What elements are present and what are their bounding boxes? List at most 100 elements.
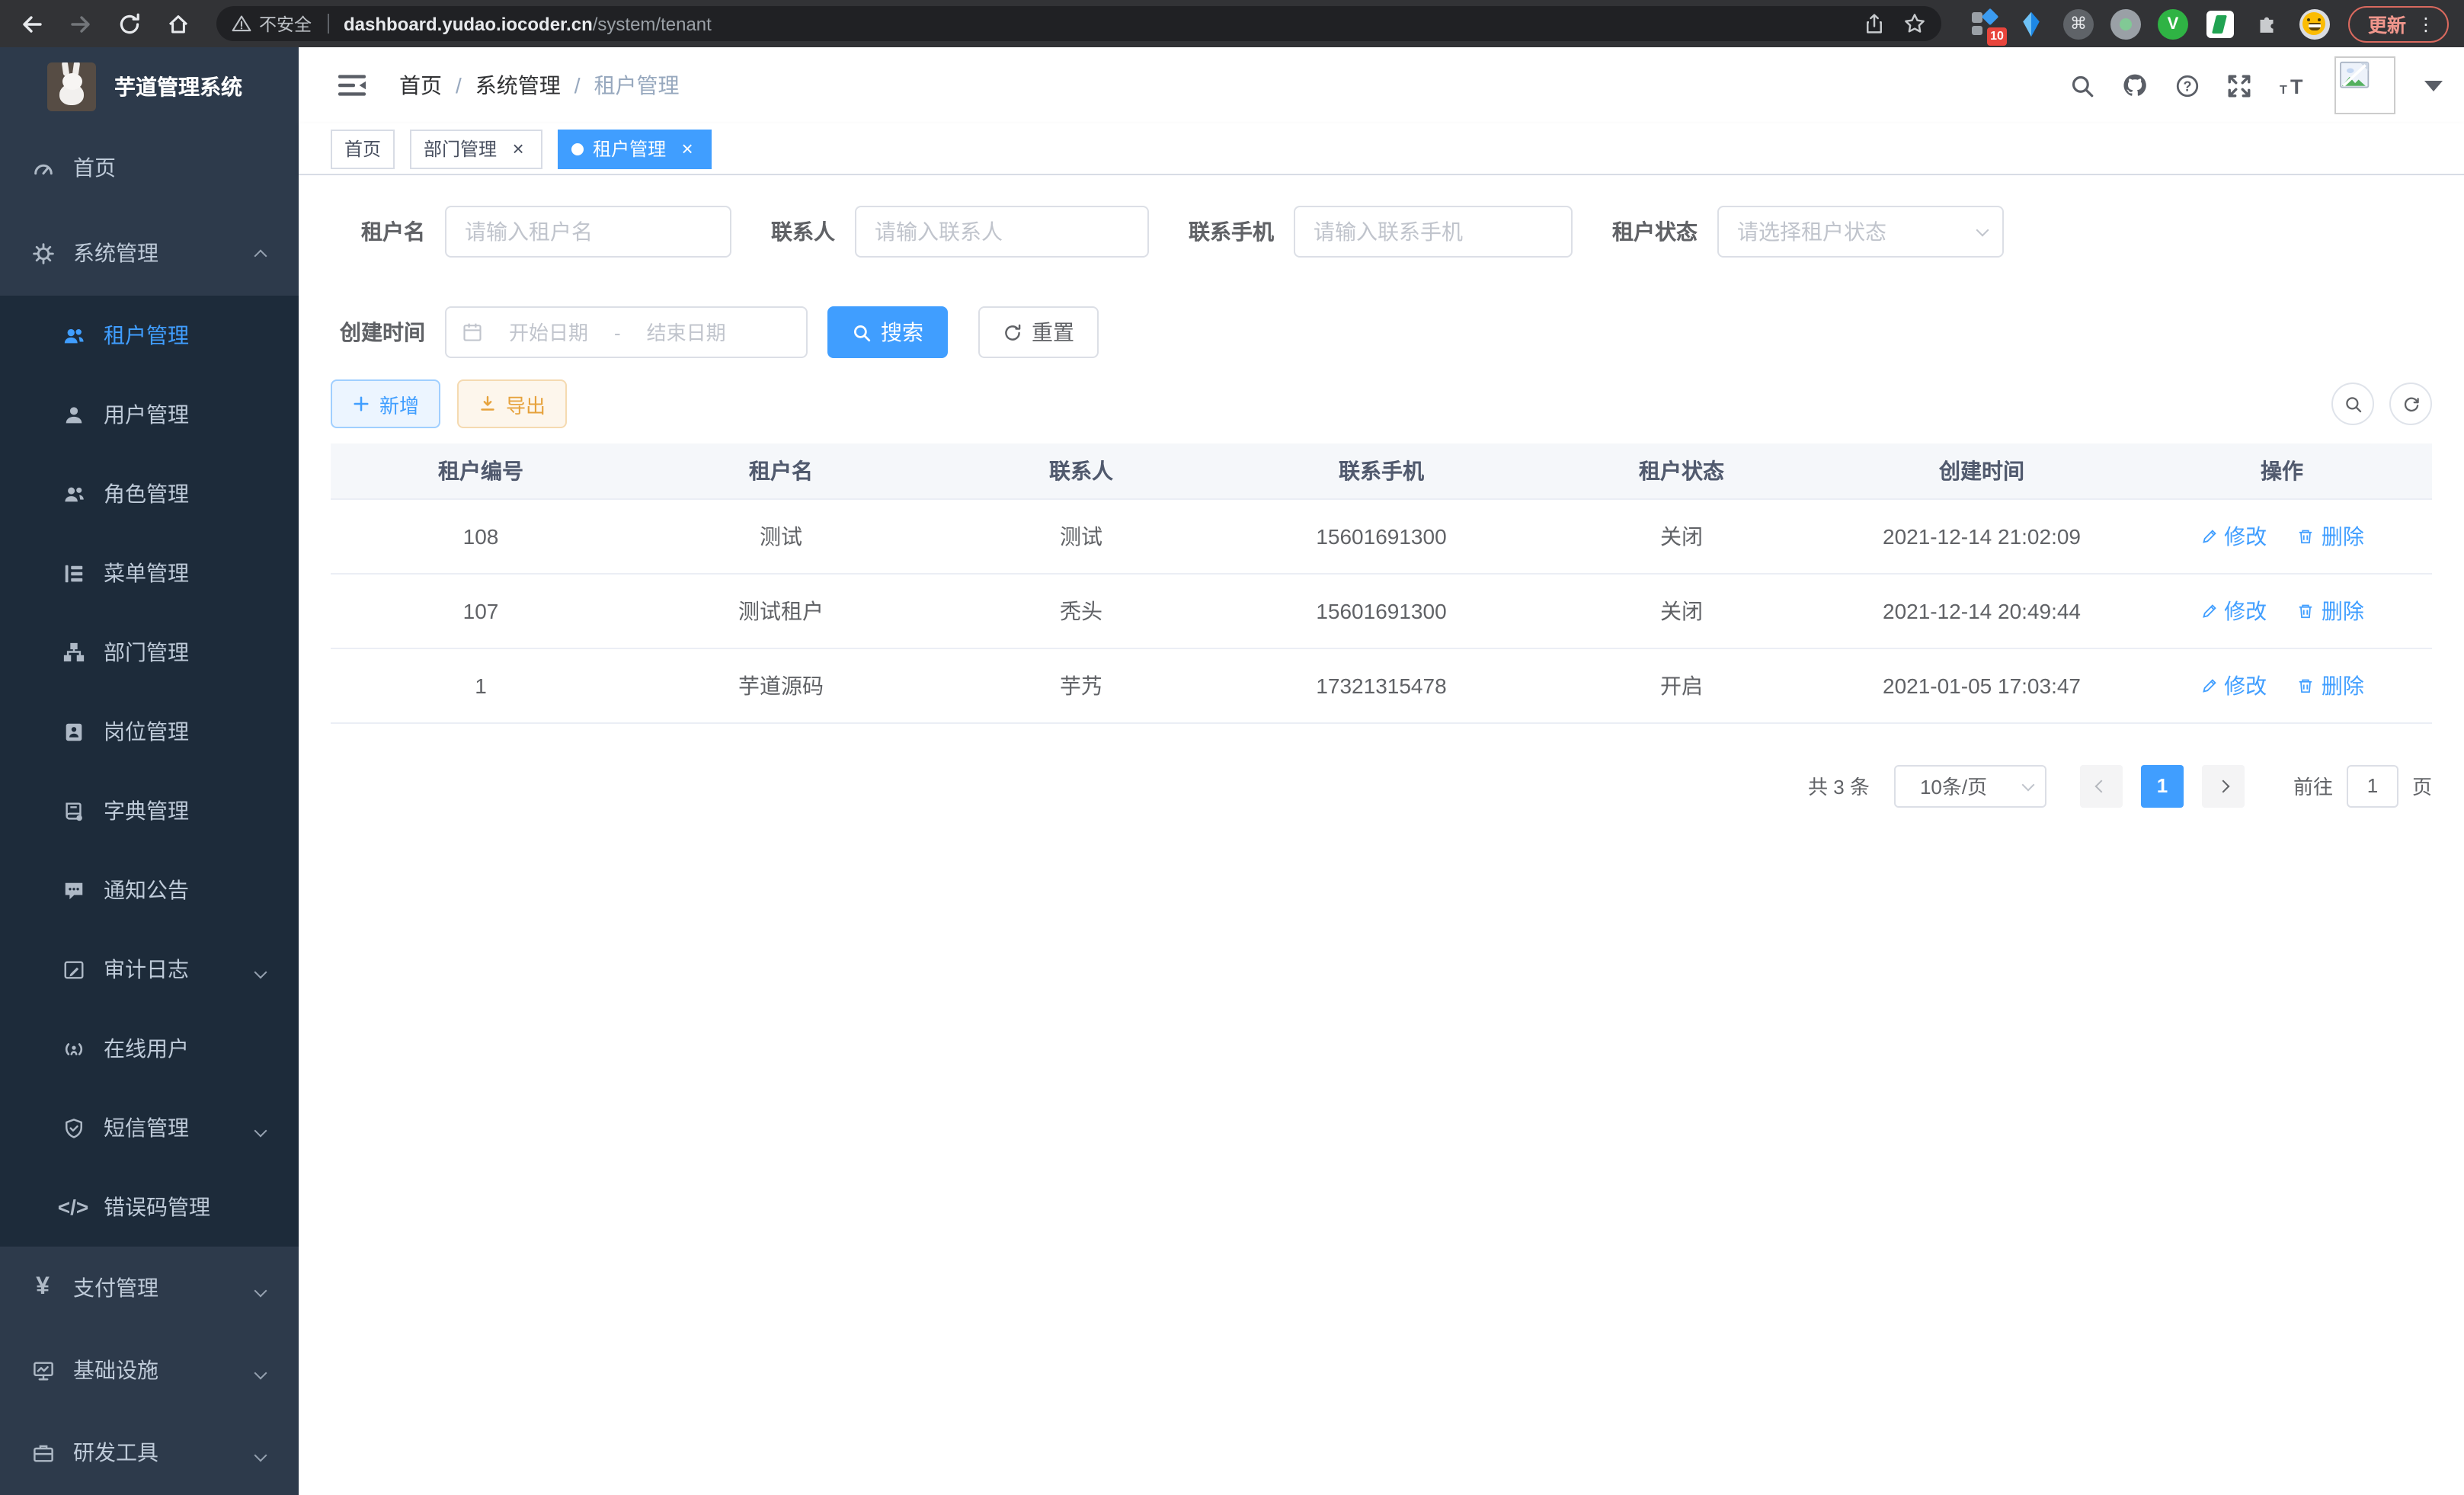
tenant-page: 租户名 联系人 联系手机 租户状态 请选择租户状态 — [299, 175, 2464, 1495]
share-icon[interactable] — [1864, 12, 1885, 35]
sidebar-item-online-users[interactable]: 在线用户 — [0, 1009, 299, 1088]
delete-link-label: 删除 — [2322, 595, 2364, 626]
date-range-picker[interactable]: - — [445, 306, 808, 358]
browser-menu-icon[interactable]: ⋮ — [2417, 13, 2435, 34]
table-tools — [2331, 383, 2432, 425]
sidebar-item-label: 字典管理 — [104, 796, 189, 826]
next-page-button[interactable] — [2202, 764, 2245, 807]
phone-input[interactable] — [1294, 206, 1573, 258]
pagination: 共 3 条 10条/页 1 前往 页 — [331, 764, 2432, 807]
end-date-input[interactable] — [630, 321, 743, 344]
table-row: 108 测试 测试 15601691300 关闭 2021-12-14 21:0… — [331, 498, 2432, 573]
table-search-toggle-icon[interactable] — [2331, 383, 2374, 425]
sidebar-item-departments[interactable]: 部门管理 — [0, 613, 299, 692]
export-button[interactable]: 导出 — [457, 379, 567, 428]
sidebar-item-error-codes[interactable]: </> 错误码管理 — [0, 1167, 299, 1247]
tenant-name-input[interactable] — [445, 206, 731, 258]
browser-back-icon[interactable] — [12, 4, 52, 43]
chevron-up-icon — [256, 241, 265, 265]
bookmark-star-icon[interactable] — [1903, 12, 1926, 35]
extensions-puzzle-icon[interactable] — [2252, 8, 2283, 39]
browser-reload-icon[interactable] — [110, 4, 149, 43]
topbar-actions: ? TT — [2069, 56, 2443, 114]
font-size-icon[interactable]: TT — [2278, 72, 2309, 98]
filter-row-2: 创建时间 - 搜索 — [331, 306, 2432, 358]
table-row: 1 芋道源码 芋艿 17321315478 开启 2021-01-05 17:0… — [331, 648, 2432, 722]
help-icon[interactable]: ? — [2174, 72, 2200, 98]
extension-green-flag-icon[interactable] — [2205, 8, 2235, 39]
sidebar-item-system[interactable]: 系统管理 — [0, 210, 299, 296]
sidebar-item-users[interactable]: 用户管理 — [0, 375, 299, 454]
sidebar-item-label: 系统管理 — [73, 238, 158, 268]
avatar-caret-icon[interactable] — [2424, 80, 2443, 91]
sidebar-toggle-icon[interactable] — [338, 73, 366, 98]
sidebar-item-home[interactable]: 首页 — [0, 125, 299, 210]
tag-tenant[interactable]: 租户管理 × — [558, 129, 712, 168]
status-select[interactable]: 请选择租户状态 — [1717, 206, 2004, 258]
announcement-icon — [61, 878, 85, 902]
browser-home-icon[interactable] — [158, 4, 198, 43]
sidebar-menu: 首页 系统管理 租户管理 — [0, 125, 299, 1495]
tag-dept[interactable]: 部门管理 × — [410, 129, 542, 168]
edit-link[interactable]: 修改 — [2200, 670, 2267, 700]
extension-kite-icon[interactable] — [2016, 8, 2046, 39]
svg-text:T: T — [2290, 75, 2303, 98]
user-avatar[interactable] — [2334, 56, 2395, 114]
page-size-select[interactable]: 10条/页 — [1894, 764, 2046, 807]
breadcrumb-home[interactable]: 首页 — [399, 70, 442, 101]
sidebar-item-payment[interactable]: ¥ 支付管理 — [0, 1247, 299, 1329]
sidebar-item-audit-log[interactable]: 审计日志 — [0, 930, 299, 1009]
sidebar-item-posts[interactable]: 岗位管理 — [0, 692, 299, 771]
search-button-label: 搜索 — [881, 317, 923, 347]
sidebar-item-infrastructure[interactable]: 基础设施 — [0, 1329, 299, 1411]
tag-home[interactable]: 首页 — [331, 129, 395, 168]
delete-link-label: 删除 — [2322, 520, 2364, 551]
github-icon[interactable] — [2121, 72, 2149, 99]
prev-page-button[interactable] — [2080, 764, 2123, 807]
contact-input[interactable] — [855, 206, 1149, 258]
reset-button[interactable]: 重置 — [978, 306, 1099, 358]
table-refresh-icon[interactable] — [2389, 383, 2432, 425]
goto-page: 前往 页 — [2293, 764, 2432, 807]
add-button[interactable]: 新增 — [331, 379, 440, 428]
reset-button-label: 重置 — [1032, 317, 1074, 347]
delete-link[interactable]: 删除 — [2297, 670, 2364, 700]
sidebar-item-notice[interactable]: 通知公告 — [0, 850, 299, 930]
delete-link[interactable]: 删除 — [2297, 520, 2364, 551]
browser-update-button[interactable]: 更新 ⋮ — [2348, 5, 2449, 42]
col-actions: 操作 — [2132, 443, 2432, 498]
breadcrumb-section[interactable]: 系统管理 — [475, 70, 561, 101]
fullscreen-icon[interactable] — [2226, 72, 2252, 98]
sidebar-item-roles[interactable]: 角色管理 — [0, 454, 299, 533]
sidebar-item-dev-tools[interactable]: 研发工具 — [0, 1411, 299, 1493]
browser-profile-avatar[interactable] — [2299, 8, 2330, 39]
goto-page-input[interactable] — [2347, 764, 2398, 807]
start-date-input[interactable] — [492, 321, 605, 344]
edit-link[interactable]: 修改 — [2200, 520, 2267, 551]
col-tenant-name: 租户名 — [631, 443, 931, 498]
header-search-icon[interactable] — [2069, 72, 2095, 98]
close-icon[interactable]: × — [507, 138, 529, 159]
sidebar-item-menus[interactable]: 菜单管理 — [0, 533, 299, 613]
status-select-placeholder: 请选择租户状态 — [1737, 216, 1886, 247]
sidebar-logo[interactable]: 芋道管理系统 — [0, 47, 299, 125]
sidebar-item-tenant[interactable]: 租户管理 — [0, 296, 299, 375]
sidebar-item-label: 错误码管理 — [104, 1192, 210, 1222]
address-bar[interactable]: 不安全 dashboard.yudao.iocoder.cn/system/te… — [216, 6, 1941, 41]
extension-recorder-icon[interactable] — [2110, 8, 2141, 39]
cell-created: 2021-12-14 21:02:09 — [1832, 498, 2132, 573]
delete-link[interactable]: 删除 — [2297, 595, 2364, 626]
logo-rabbit-image — [47, 62, 96, 110]
sidebar-item-sms[interactable]: 短信管理 — [0, 1088, 299, 1167]
extension-kanban-icon[interactable]: 10 — [1969, 8, 1999, 39]
browser-forward-icon[interactable] — [61, 4, 101, 43]
sidebar-item-dict[interactable]: 字典管理 — [0, 771, 299, 850]
edit-link[interactable]: 修改 — [2200, 595, 2267, 626]
close-icon[interactable]: × — [677, 138, 698, 159]
page-number-1[interactable]: 1 — [2141, 764, 2184, 807]
extension-vue-devtools-icon[interactable]: V — [2158, 8, 2188, 39]
goto-label: 前往 — [2293, 771, 2333, 800]
search-button[interactable]: 搜索 — [827, 306, 948, 358]
cell-tenant-name: 测试 — [631, 498, 931, 573]
extension-command-icon[interactable]: ⌘ — [2063, 8, 2094, 39]
